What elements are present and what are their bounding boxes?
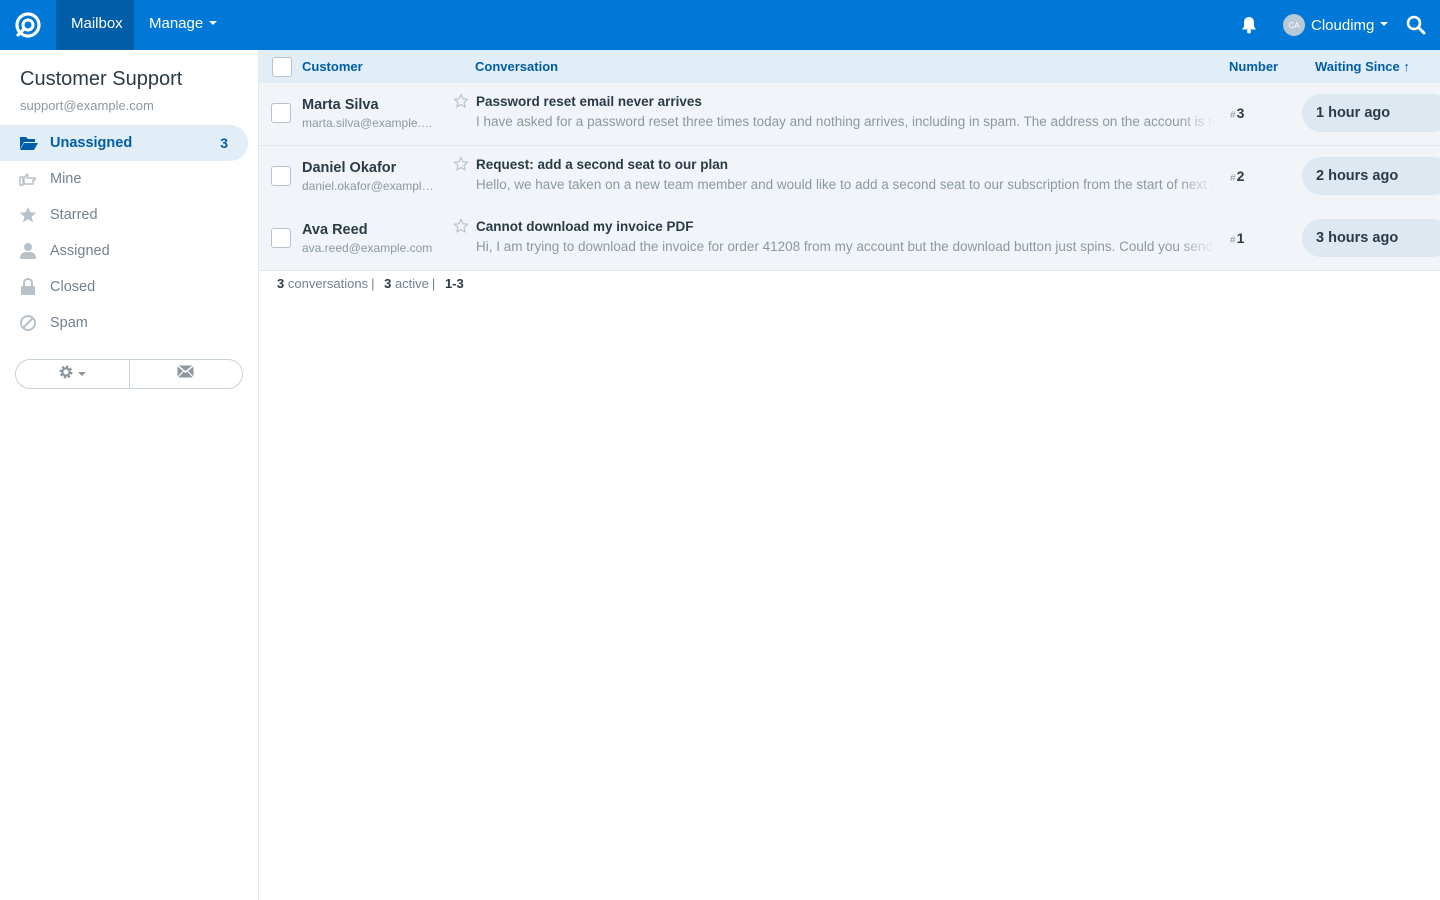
column-header-number[interactable]: Number xyxy=(1229,50,1278,83)
conversation-subject[interactable]: Request: add a second seat to our plan xyxy=(476,157,728,172)
folder-open-icon xyxy=(19,134,38,152)
star-icon[interactable] xyxy=(453,218,469,234)
sidebar: Customer Support support@example.com Una… xyxy=(0,50,259,900)
customer-name[interactable]: Marta Silva xyxy=(302,97,379,113)
folder-list: Unassigned 3 Mine Starred Assigned Close… xyxy=(0,125,259,341)
chevron-down-icon xyxy=(1380,22,1389,26)
number-hash: # xyxy=(1230,173,1236,184)
conversation-preview[interactable]: Hi, I am trying to download the invoice … xyxy=(476,239,1214,254)
conversation-number: #2 xyxy=(1230,168,1244,184)
customer-email: daniel.okafor@example.com xyxy=(302,179,436,193)
conversations-label: conversations xyxy=(287,276,369,291)
folder-mine[interactable]: Mine xyxy=(0,161,259,197)
select-all-checkbox[interactable] xyxy=(272,57,292,77)
table-row[interactable]: Ava Reed ava.reed@example.com Cannot dow… xyxy=(259,208,1440,271)
number-value: 3 xyxy=(1236,105,1245,121)
table-row[interactable]: Marta Silva marta.silva@example.com Pass… xyxy=(259,83,1440,146)
waiting-since-badge: 2 hours ago xyxy=(1302,157,1440,195)
folder-unassigned[interactable]: Unassigned 3 xyxy=(0,125,248,161)
number-value: 2 xyxy=(1236,168,1245,184)
ban-icon xyxy=(19,314,37,332)
folder-label: Unassigned xyxy=(50,135,133,151)
top-navbar: Mailbox Manage CA Cloudimg xyxy=(0,0,1440,50)
preview-fade xyxy=(1179,174,1215,196)
folder-closed[interactable]: Closed xyxy=(0,269,259,305)
pagination-range: 1-3 xyxy=(444,276,464,291)
column-header-conversation[interactable]: Conversation xyxy=(475,50,558,83)
customer-name[interactable]: Daniel Okafor xyxy=(302,160,396,176)
row-checkbox[interactable] xyxy=(271,103,291,123)
folder-spam[interactable]: Spam xyxy=(0,305,259,341)
conversation-number: #1 xyxy=(1230,230,1244,246)
user-icon xyxy=(19,242,37,260)
conversation-subject[interactable]: Cannot download my invoice PDF xyxy=(476,219,694,234)
number-value: 1 xyxy=(1236,230,1245,246)
bell-icon[interactable] xyxy=(1238,14,1260,36)
customer-email: marta.silva@example.com xyxy=(302,116,436,130)
column-header-customer[interactable]: Customer xyxy=(302,50,363,83)
sidebar-actions xyxy=(15,359,243,389)
column-header-waiting-since[interactable]: Waiting Since ↑ xyxy=(1315,50,1410,83)
hand-pointing-icon xyxy=(19,170,37,188)
folder-assigned[interactable]: Assigned xyxy=(0,233,259,269)
mailbox-email: support@example.com xyxy=(20,98,154,113)
customer-email: ava.reed@example.com xyxy=(302,241,433,255)
nav-manage-label: Manage xyxy=(149,15,204,32)
search-icon[interactable] xyxy=(1405,14,1427,36)
star-icon[interactable] xyxy=(453,156,469,172)
folder-count: 3 xyxy=(220,135,228,151)
folder-label: Starred xyxy=(50,207,98,223)
avatar: CA xyxy=(1283,14,1305,36)
conversation-list: Customer Conversation Number Waiting Sin… xyxy=(259,50,1440,900)
preview-fade xyxy=(1179,236,1215,258)
gear-icon xyxy=(58,364,74,385)
number-hash: # xyxy=(1230,235,1236,246)
folder-label: Mine xyxy=(50,171,82,187)
waiting-since-badge: 1 hour ago xyxy=(1302,94,1440,132)
row-checkbox[interactable] xyxy=(271,228,291,248)
preview-fade xyxy=(1179,111,1215,133)
table-header: Customer Conversation Number Waiting Sin… xyxy=(259,50,1440,83)
customer-name[interactable]: Ava Reed xyxy=(302,222,368,238)
nav-manage-dropdown[interactable]: Manage xyxy=(134,0,232,50)
folder-starred[interactable]: Starred xyxy=(0,197,259,233)
table-footer: 3 conversations | 3 active | 1-3 xyxy=(277,276,464,291)
folder-label: Spam xyxy=(50,315,88,331)
conversation-preview[interactable]: Hello, we have taken on a new team membe… xyxy=(476,177,1214,192)
number-hash: # xyxy=(1230,110,1236,121)
conversations-count: 3 xyxy=(277,276,285,291)
conversation-number: #3 xyxy=(1230,105,1244,121)
divider: | xyxy=(431,276,436,291)
user-name: Cloudimg xyxy=(1311,16,1375,34)
nav-mailbox[interactable]: Mailbox xyxy=(56,0,134,50)
divider: | xyxy=(371,276,375,291)
conversation-subject[interactable]: Password reset email never arrives xyxy=(476,94,702,109)
envelope-icon xyxy=(177,364,195,383)
new-conversation-button[interactable] xyxy=(130,360,243,388)
lock-icon xyxy=(19,277,37,296)
folder-label: Assigned xyxy=(50,243,110,259)
active-count: 3 xyxy=(384,276,392,291)
mailbox-settings-button[interactable] xyxy=(16,360,130,388)
folder-label: Closed xyxy=(50,279,96,295)
user-menu[interactable]: CA Cloudimg xyxy=(1283,13,1389,37)
mailbox-name[interactable]: Customer Support xyxy=(20,68,182,91)
chevron-down-icon xyxy=(78,372,87,376)
table-row[interactable]: Daniel Okafor daniel.okafor@example.com … xyxy=(259,146,1440,209)
star-icon xyxy=(19,206,37,224)
freescout-logo-icon[interactable] xyxy=(0,0,56,50)
star-icon[interactable] xyxy=(453,93,469,109)
chevron-down-icon xyxy=(209,21,218,26)
row-checkbox[interactable] xyxy=(271,166,291,186)
conversation-preview[interactable]: I have asked for a password reset three … xyxy=(476,114,1214,129)
active-label: active xyxy=(394,276,429,291)
waiting-since-badge: 3 hours ago xyxy=(1302,219,1440,257)
